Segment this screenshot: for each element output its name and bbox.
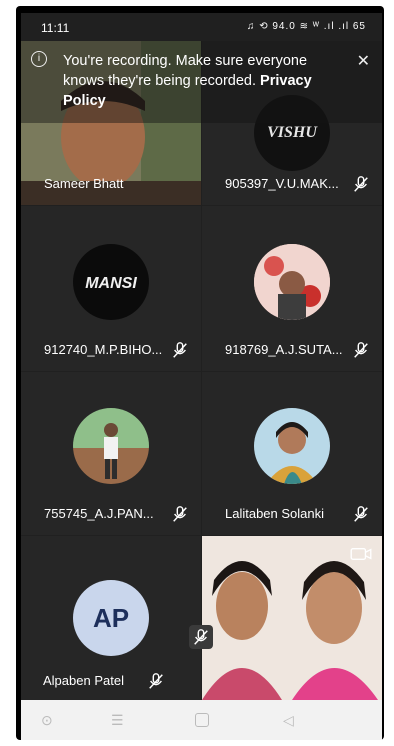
participant-name: Lalitaben Solanki	[225, 506, 325, 521]
mic-muted-icon	[354, 506, 368, 522]
recording-banner: i You're recording. Make sure everyone k…	[21, 41, 382, 123]
participant-name: 912740_M.P.BIHO...	[44, 342, 163, 357]
participant-tile[interactable]: MANSI 912740_M.P.BIHO...	[21, 206, 201, 371]
avatar-logo-text: VISHU	[267, 124, 318, 141]
participant-avatar	[73, 408, 149, 484]
mic-muted-icon	[354, 176, 368, 192]
participant-avatar: AP	[73, 580, 149, 656]
mic-muted-icon	[173, 506, 187, 522]
avatar-logo-text: MANSI	[85, 275, 137, 292]
close-icon[interactable]: ✕	[357, 51, 370, 71]
mic-muted-icon	[173, 342, 187, 358]
self-mic-button[interactable]	[189, 625, 213, 649]
accessibility-circle-icon[interactable]: ⊙	[41, 712, 53, 729]
mic-muted-icon	[354, 342, 368, 358]
participant-tile[interactable]: 918769_A.J.SUTA...	[202, 206, 382, 371]
participant-name: 918769_A.J.SUTA...	[225, 342, 343, 357]
participant-name: 755745_A.J.PAN...	[44, 506, 154, 521]
avatar-initials: AP	[92, 603, 130, 633]
camera-switch-icon[interactable]	[350, 546, 372, 562]
recents-menu-icon[interactable]: ☰	[111, 712, 124, 729]
participant-avatar	[254, 408, 330, 484]
recording-message: You're recording. Make sure everyone kno…	[63, 51, 333, 111]
status-bar: 11:11 ♫ ⟲ 94.0 ≋ ᵂ .ıl .ıl 65	[21, 13, 382, 41]
meeting-screen: 11:11 ♫ ⟲ 94.0 ≋ ᵂ .ıl .ıl 65 Sameer Bha…	[21, 13, 382, 740]
info-icon: i	[31, 51, 47, 67]
mic-muted-icon	[194, 629, 208, 645]
participant-name: Alpaben Patel	[43, 673, 124, 688]
android-nav-bar: ⊙ ☰ ◁	[21, 700, 382, 740]
clock: 11:11	[41, 21, 70, 35]
participant-avatar: MANSI	[73, 244, 149, 320]
participant-name: Sameer Bhatt	[44, 176, 124, 191]
participant-name: 905397_V.U.MAK...	[225, 176, 339, 191]
participant-tile[interactable]: 755745_A.J.PAN...	[21, 372, 201, 535]
participant-tile[interactable]: AP Alpaben Patel	[21, 536, 201, 700]
back-icon[interactable]: ◁	[283, 712, 294, 729]
mic-muted-icon	[149, 673, 163, 689]
participant-tile[interactable]: Lalitaben Solanki	[202, 372, 382, 535]
status-icons: ♫ ⟲ 94.0 ≋ ᵂ .ıl .ıl 65	[246, 21, 366, 32]
self-view-tile[interactable]	[202, 536, 382, 700]
participant-avatar	[254, 244, 330, 320]
home-icon[interactable]	[195, 713, 209, 727]
